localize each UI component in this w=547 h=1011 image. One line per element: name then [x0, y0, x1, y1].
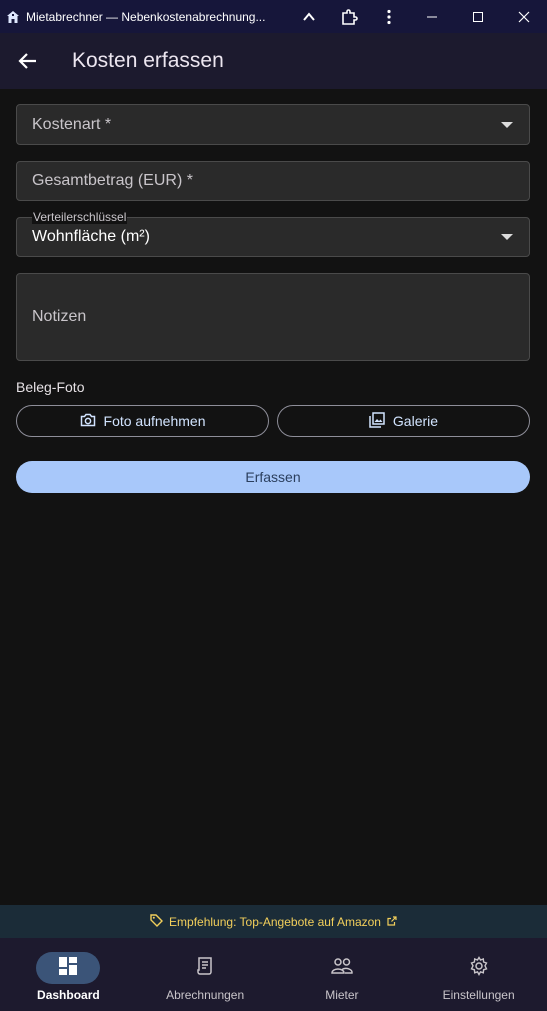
distribution-key-value: Wohnfläche (m²) — [32, 228, 150, 245]
tag-icon — [150, 913, 164, 930]
nav-item-dashboard[interactable]: Dashboard — [0, 938, 137, 1011]
total-amount-placeholder: Gesamtbetrag (EUR) * — [32, 172, 193, 189]
app-bar: Kosten erfassen — [0, 33, 547, 89]
nav-item-mieter[interactable]: Mieter — [274, 938, 411, 1011]
gear-icon — [469, 955, 489, 981]
camera-icon — [80, 413, 96, 430]
nav-label-dashboard: Dashboard — [37, 988, 100, 1002]
notes-field[interactable]: Notizen — [16, 273, 530, 361]
submit-button[interactable]: Erfassen — [16, 461, 530, 493]
maximize-icon[interactable] — [455, 0, 501, 33]
nav-active-indicator — [36, 952, 101, 984]
close-icon[interactable] — [501, 0, 547, 33]
receipt-icon — [195, 956, 215, 981]
nav-label-einstellungen: Einstellungen — [442, 988, 515, 1002]
nav-label-abrechnungen: Abrechnungen — [166, 988, 245, 1002]
notes-placeholder: Notizen — [32, 308, 87, 325]
promo-text: Empfehlung: Top-Angebote auf Amazon — [169, 914, 381, 929]
nav-label-mieter: Mieter — [325, 988, 359, 1002]
total-amount-field[interactable]: Gesamtbetrag (EUR) * — [16, 161, 530, 201]
page-title: Kosten erfassen — [72, 49, 224, 72]
cost-type-label: Kostenart * — [32, 116, 112, 133]
nav-icon-container — [173, 952, 237, 984]
nav-icon-container — [310, 952, 374, 984]
arrow-left-icon[interactable] — [0, 33, 56, 89]
gallery-icon — [369, 411, 385, 431]
distribution-key-select[interactable]: Verteilerschlüssel Wohnfläche (m²) — [16, 210, 530, 257]
minimize-icon[interactable] — [409, 0, 455, 33]
extension-icon[interactable] — [329, 0, 369, 33]
take-photo-label: Foto aufnehmen — [103, 413, 206, 429]
cost-type-select[interactable]: Kostenart * — [16, 104, 530, 145]
dropdown-arrow-icon — [501, 234, 513, 240]
home-icon — [6, 10, 20, 24]
external-link-icon — [387, 915, 397, 929]
gallery-button[interactable]: Galerie — [277, 405, 530, 437]
bottom-navigation: Dashboard Abrechnungen Mieter Einstellun… — [0, 938, 547, 1011]
submit-label: Erfassen — [245, 469, 301, 485]
promo-banner[interactable]: Empfehlung: Top-Angebote auf Amazon — [0, 905, 547, 938]
window-titlebar: Mietabrechner — Nebenkostenabrechnung... — [0, 0, 547, 33]
dropdown-arrow-icon — [501, 121, 513, 128]
people-icon — [330, 957, 354, 980]
chevron-up-icon[interactable] — [289, 0, 329, 33]
gallery-label: Galerie — [392, 413, 439, 429]
nav-item-einstellungen[interactable]: Einstellungen — [410, 938, 547, 1011]
window-title: Mietabrechner — Nebenkostenabrechnung... — [26, 9, 266, 24]
receipt-photo-label: Beleg-Foto — [16, 379, 85, 395]
more-vertical-icon[interactable] — [369, 0, 409, 33]
dashboard-icon — [58, 956, 78, 981]
nav-item-abrechnungen[interactable]: Abrechnungen — [137, 938, 274, 1011]
nav-icon-container — [447, 952, 511, 984]
take-photo-button[interactable]: Foto aufnehmen — [16, 405, 269, 437]
distribution-key-label: Verteilerschlüssel — [32, 210, 128, 224]
